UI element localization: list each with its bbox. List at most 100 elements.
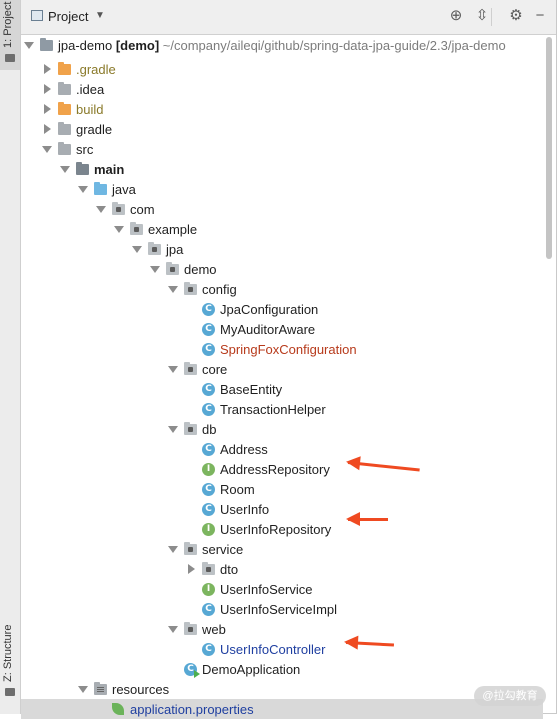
tree-node[interactable]: C JpaConfiguration xyxy=(21,299,543,319)
tree-node[interactable]: main xyxy=(21,159,543,179)
tree-node[interactable]: service xyxy=(21,539,543,559)
node-name: UserInfo xyxy=(220,502,270,517)
expand-arrow-icon[interactable] xyxy=(114,226,124,233)
watermark-badge: @拉勾教育 xyxy=(474,686,546,706)
crosshair-icon[interactable]: ⊕ xyxy=(447,7,465,25)
expand-arrow-icon[interactable] xyxy=(168,426,178,433)
module-path: ~/company/aileqi/github/spring-data-jpa-… xyxy=(159,38,506,53)
tree-node-label: UserInfo xyxy=(220,502,269,517)
tree-node[interactable]: jpa xyxy=(21,239,543,259)
interface-icon: I xyxy=(202,523,215,536)
project-tool-tab[interactable]: 1: Project xyxy=(0,0,20,70)
vertical-scrollbar[interactable] xyxy=(543,34,555,712)
tree-node[interactable]: db xyxy=(21,419,543,439)
expand-arrow-icon[interactable] xyxy=(96,206,106,213)
folder-icon xyxy=(5,54,15,62)
tree-node-label: main xyxy=(94,162,124,177)
tree-node-label: application.properties xyxy=(130,702,254,717)
tree-node[interactable]: jpa-demo [demo] ~/company/aileqi/github/… xyxy=(21,35,543,55)
tree-node[interactable]: C UserInfo xyxy=(21,499,543,519)
view-selector[interactable]: Project xyxy=(48,9,88,24)
tree-node[interactable]: dto xyxy=(21,559,543,579)
minimize-icon[interactable]: − xyxy=(531,7,549,25)
node-name: TransactionHelper xyxy=(220,402,326,417)
scrollbar-thumb[interactable] xyxy=(546,37,552,259)
package-icon xyxy=(184,622,197,635)
tree-node-label: JpaConfiguration xyxy=(220,302,318,317)
tree-node[interactable]: com xyxy=(21,199,543,219)
tree-node[interactable]: application.properties xyxy=(21,699,543,719)
expand-arrow-icon[interactable] xyxy=(168,546,178,553)
project-header: Project ▼ ⊕ ⇳ ⚙ − xyxy=(21,0,556,35)
tree-node[interactable]: .idea xyxy=(21,79,543,99)
tree-node[interactable]: C UserInfoServiceImpl xyxy=(21,599,543,619)
tree-node[interactable]: config xyxy=(21,279,543,299)
tree-node-label: build xyxy=(76,102,103,117)
expand-arrow-icon[interactable] xyxy=(42,146,52,153)
tree-node[interactable]: demo xyxy=(21,259,543,279)
tree-node[interactable]: C BaseEntity xyxy=(21,379,543,399)
tree-node-label: AddressRepository xyxy=(220,462,330,477)
class-icon: C xyxy=(202,483,215,496)
expand-arrow-icon[interactable] xyxy=(168,286,178,293)
collapse-arrow-icon[interactable] xyxy=(188,564,195,574)
tree-node[interactable]: resources xyxy=(21,679,543,699)
node-name: jpa xyxy=(166,242,184,257)
tree-node[interactable]: C SpringFoxConfiguration xyxy=(21,339,543,359)
tree-node[interactable]: C Address xyxy=(21,439,543,459)
node-name: Room xyxy=(220,482,255,497)
tree-node[interactable]: C MyAuditorAware xyxy=(21,319,543,339)
tree-node[interactable]: java xyxy=(21,179,543,199)
expand-arrow-icon[interactable] xyxy=(168,626,178,633)
node-name: dto xyxy=(220,562,239,577)
structure-tool-tab[interactable]: Z: Structure xyxy=(0,610,20,710)
tree-node[interactable]: C Room xyxy=(21,479,543,499)
expand-arrow-icon[interactable] xyxy=(132,246,142,253)
node-name: config xyxy=(202,282,237,297)
tree-node[interactable]: example xyxy=(21,219,543,239)
excluded-folder-icon xyxy=(58,62,71,75)
node-name: build xyxy=(76,102,104,117)
collapse-arrow-icon[interactable] xyxy=(44,84,51,94)
class-icon: C xyxy=(202,403,215,416)
package-icon xyxy=(148,242,161,255)
tree-node[interactable]: C UserInfoController xyxy=(21,639,543,659)
project-tree[interactable]: jpa-demo [demo] ~/company/aileqi/github/… xyxy=(21,34,543,719)
node-name: DemoApplication xyxy=(202,662,301,677)
expand-arrow-icon[interactable] xyxy=(150,266,160,273)
collapse-arrow-icon[interactable] xyxy=(44,104,51,114)
collapse-all-icon[interactable]: ⇳ xyxy=(473,7,491,25)
tree-node[interactable]: web xyxy=(21,619,543,639)
tree-node[interactable]: C TransactionHelper xyxy=(21,399,543,419)
tree-node[interactable]: core xyxy=(21,359,543,379)
node-name: JpaConfiguration xyxy=(220,302,319,317)
tree-node[interactable]: .gradle xyxy=(21,59,543,79)
tree-node[interactable]: build xyxy=(21,99,543,119)
node-name: jpa-demo xyxy=(58,38,113,53)
tree-node[interactable]: I UserInfoService xyxy=(21,579,543,599)
gear-icon[interactable]: ⚙ xyxy=(507,7,525,25)
interface-icon: I xyxy=(202,583,215,596)
node-name: application.properties xyxy=(130,702,254,717)
collapse-arrow-icon[interactable] xyxy=(44,64,51,74)
module-folder-icon xyxy=(40,38,53,51)
expand-arrow-icon[interactable] xyxy=(78,686,88,693)
package-icon xyxy=(184,282,197,295)
tree-node[interactable]: gradle xyxy=(21,119,543,139)
chevron-down-icon[interactable]: ▼ xyxy=(95,10,105,21)
tree-node[interactable]: I UserInfoRepository xyxy=(21,519,543,539)
tree-node[interactable]: src xyxy=(21,139,543,159)
tree-node-label: com xyxy=(130,202,155,217)
expand-arrow-icon[interactable] xyxy=(60,166,70,173)
class-icon: C xyxy=(202,383,215,396)
expand-arrow-icon[interactable] xyxy=(78,186,88,193)
tree-node-label: gradle xyxy=(76,122,112,137)
expand-arrow-icon[interactable] xyxy=(168,366,178,373)
tree-node[interactable]: I AddressRepository xyxy=(21,459,543,479)
tree-node[interactable]: C DemoApplication xyxy=(21,659,543,679)
expand-arrow-icon[interactable] xyxy=(24,42,34,49)
header-divider xyxy=(491,8,492,26)
tree-node-label: MyAuditorAware xyxy=(220,322,315,337)
tree-node-label: .gradle xyxy=(76,62,116,77)
collapse-arrow-icon[interactable] xyxy=(44,124,51,134)
